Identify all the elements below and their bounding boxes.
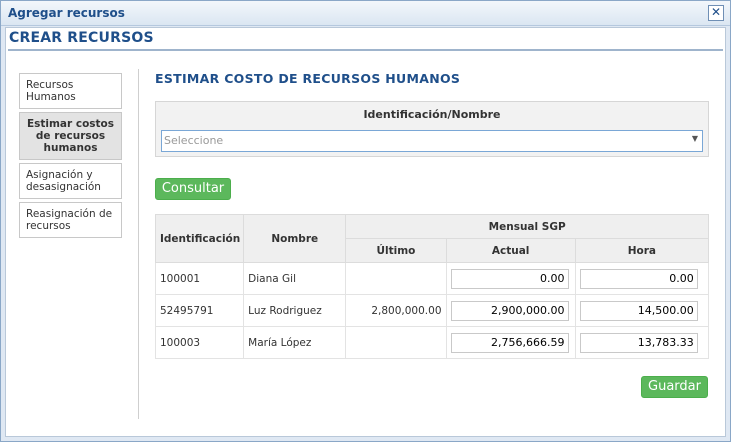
header-mensual-sgp: Mensual SGP — [345, 214, 709, 239]
cell-actual — [445, 262, 576, 295]
section-title: ESTIMAR COSTO DE RECURSOS HUMANOS — [155, 71, 461, 86]
close-icon[interactable]: ✕ — [708, 5, 724, 21]
header-hora: Hora — [574, 238, 710, 263]
cell-actual — [445, 294, 576, 327]
title-divider — [8, 49, 723, 51]
table-row: 52495791 Luz Rodriguez 2,800,000.00 — [154, 294, 710, 327]
consultar-button[interactable]: Consultar — [155, 178, 231, 200]
cell-ultimo: 2,800,000.00 — [345, 294, 447, 327]
header-nombre: Nombre — [243, 214, 347, 263]
hora-input[interactable] — [579, 332, 698, 353]
table-row: 100003 María López — [154, 326, 710, 359]
header-actual: Actual — [445, 238, 576, 263]
cell-identificacion: 52495791 — [154, 294, 245, 327]
nav-item-asignacion[interactable]: Asignación y desasignación — [19, 163, 122, 199]
hora-input[interactable] — [579, 300, 698, 321]
cost-table: Identificación Nombre Mensual SGP Último… — [154, 214, 710, 359]
cell-actual — [445, 326, 576, 359]
nav-item-recursos-humanos[interactable]: Recursos Humanos — [19, 73, 122, 109]
cell-nombre: Luz Rodriguez — [243, 294, 347, 327]
cell-ultimo — [345, 326, 447, 359]
header-identificacion: Identificación — [154, 214, 245, 263]
cell-nombre: Diana Gil — [243, 262, 347, 295]
hora-input[interactable] — [579, 268, 698, 289]
nav-item-reasignacion[interactable]: Reasignación de recursos — [19, 202, 122, 238]
cell-identificacion: 100001 — [154, 262, 245, 295]
page-title: CREAR RECURSOS — [9, 30, 154, 46]
id-search-panel: Identificación/Nombre Seleccione ▼ — [155, 101, 709, 157]
cell-identificacion: 100003 — [154, 326, 245, 359]
table-row: 100001 Diana Gil — [154, 262, 710, 295]
actual-input[interactable] — [450, 268, 569, 289]
title-bar[interactable]: Agregar recursos ✕ — [1, 1, 730, 26]
side-nav: Recursos Humanos Estimar costos de recur… — [19, 73, 122, 241]
cell-hora — [574, 262, 710, 295]
nav-divider — [138, 69, 139, 419]
id-select[interactable]: Seleccione ▼ — [161, 130, 703, 152]
dialog-window: Agregar recursos ✕ CREAR RECURSOS Recurs… — [0, 0, 731, 442]
header-ultimo: Último — [345, 238, 447, 263]
actual-input[interactable] — [450, 332, 569, 353]
select-placeholder: Seleccione — [164, 134, 224, 147]
cell-hora — [574, 294, 710, 327]
dialog-content: CREAR RECURSOS Recursos Humanos Estimar … — [5, 27, 726, 437]
cell-hora — [574, 326, 710, 359]
id-label: Identificación/Nombre — [363, 108, 501, 121]
guardar-button[interactable]: Guardar — [641, 376, 708, 398]
cell-nombre: María López — [243, 326, 347, 359]
actual-input[interactable] — [450, 300, 569, 321]
window-title: Agregar recursos — [8, 6, 125, 20]
nav-item-estimar-costos[interactable]: Estimar costos de recursos humanos — [19, 112, 122, 160]
cell-ultimo — [345, 262, 447, 295]
chevron-down-icon: ▼ — [691, 134, 698, 143]
